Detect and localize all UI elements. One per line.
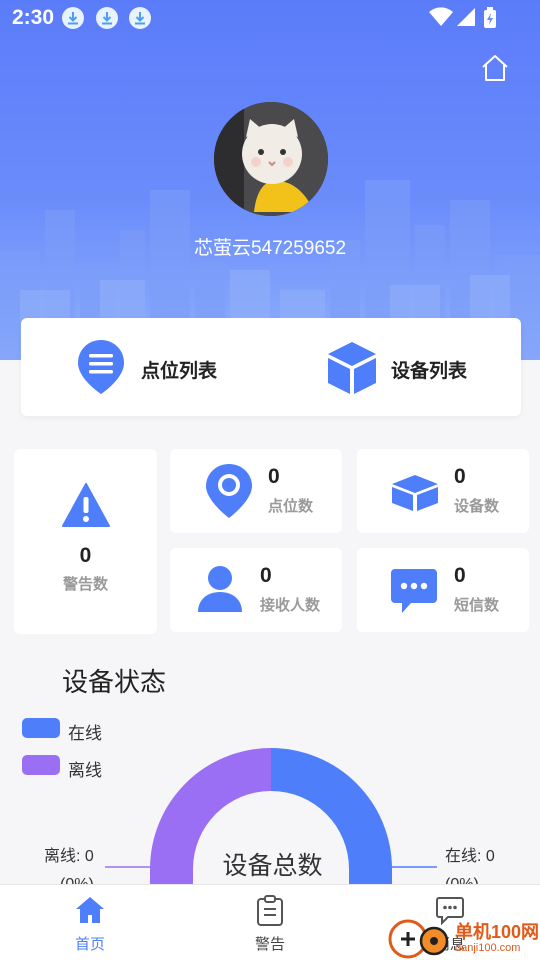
tab-warnings[interactable]: 警告 [210, 885, 330, 960]
wifi-icon [429, 7, 453, 27]
receiver-count-label: 接收人数 [260, 597, 321, 614]
device-box-icon [392, 475, 438, 511]
device-list-label: 设备列表 [391, 361, 468, 382]
device-count-card[interactable]: 0 设备数 [357, 449, 529, 533]
receiver-count-card[interactable]: 0 接收人数 [170, 548, 342, 632]
tab-home[interactable]: 首页 [30, 885, 150, 960]
watermark-url: danji100.com [455, 942, 521, 954]
location-pin-icon [206, 464, 252, 518]
tab-home-label: 首页 [74, 936, 105, 953]
device-count-value: 0 [454, 465, 466, 488]
location-list-icon [78, 340, 124, 394]
sms-count-value: 0 [454, 564, 466, 587]
online-count-label: 在线: 0 [445, 848, 495, 865]
home-filled-icon [76, 897, 104, 923]
home-icon[interactable] [480, 53, 510, 83]
point-list-button[interactable]: 点位列表 [76, 318, 266, 416]
person-icon [198, 566, 242, 612]
warning-icon [62, 483, 110, 527]
download-icon [129, 7, 151, 29]
point-count-value: 0 [268, 465, 280, 488]
point-count-card[interactable]: 0 点位数 [170, 449, 342, 533]
device-status-title: 设备状态 [62, 667, 167, 697]
sms-count-label: 短信数 [454, 597, 500, 614]
battery-icon [484, 7, 496, 28]
point-count-label: 点位数 [268, 498, 314, 515]
warning-count-value: 0 [79, 544, 92, 567]
download-icon [96, 7, 118, 29]
quick-links-card: 点位列表 设备列表 [21, 318, 521, 416]
legend-online-swatch[interactable] [22, 718, 60, 738]
message-icon [391, 569, 437, 613]
cat-avatar-image [214, 102, 328, 216]
receiver-count-value: 0 [260, 564, 272, 587]
sms-count-card[interactable]: 0 短信数 [357, 548, 529, 632]
download-icon [62, 7, 84, 29]
status-bar: 2:30 [0, 0, 540, 36]
tab-warnings-label: 警告 [254, 936, 285, 953]
device-box-icon [328, 342, 376, 394]
offline-count-label: 离线: 0 [44, 848, 94, 865]
warning-count-card[interactable]: 0 警告数 [14, 449, 157, 634]
warning-count-label: 警告数 [62, 576, 108, 593]
watermark-text: 单机100网 [455, 922, 540, 942]
device-list-button[interactable]: 设备列表 [326, 318, 516, 416]
signal-icon [457, 8, 475, 26]
status-time: 2:30 [12, 6, 55, 29]
device-count-label: 设备数 [454, 498, 500, 515]
profile-header: 2:30 芯萤云547259652 [0, 0, 540, 360]
point-list-label: 点位列表 [141, 361, 218, 382]
clipboard-icon [257, 895, 283, 926]
username: 芯萤云547259652 [193, 238, 347, 259]
avatar[interactable] [214, 102, 328, 216]
